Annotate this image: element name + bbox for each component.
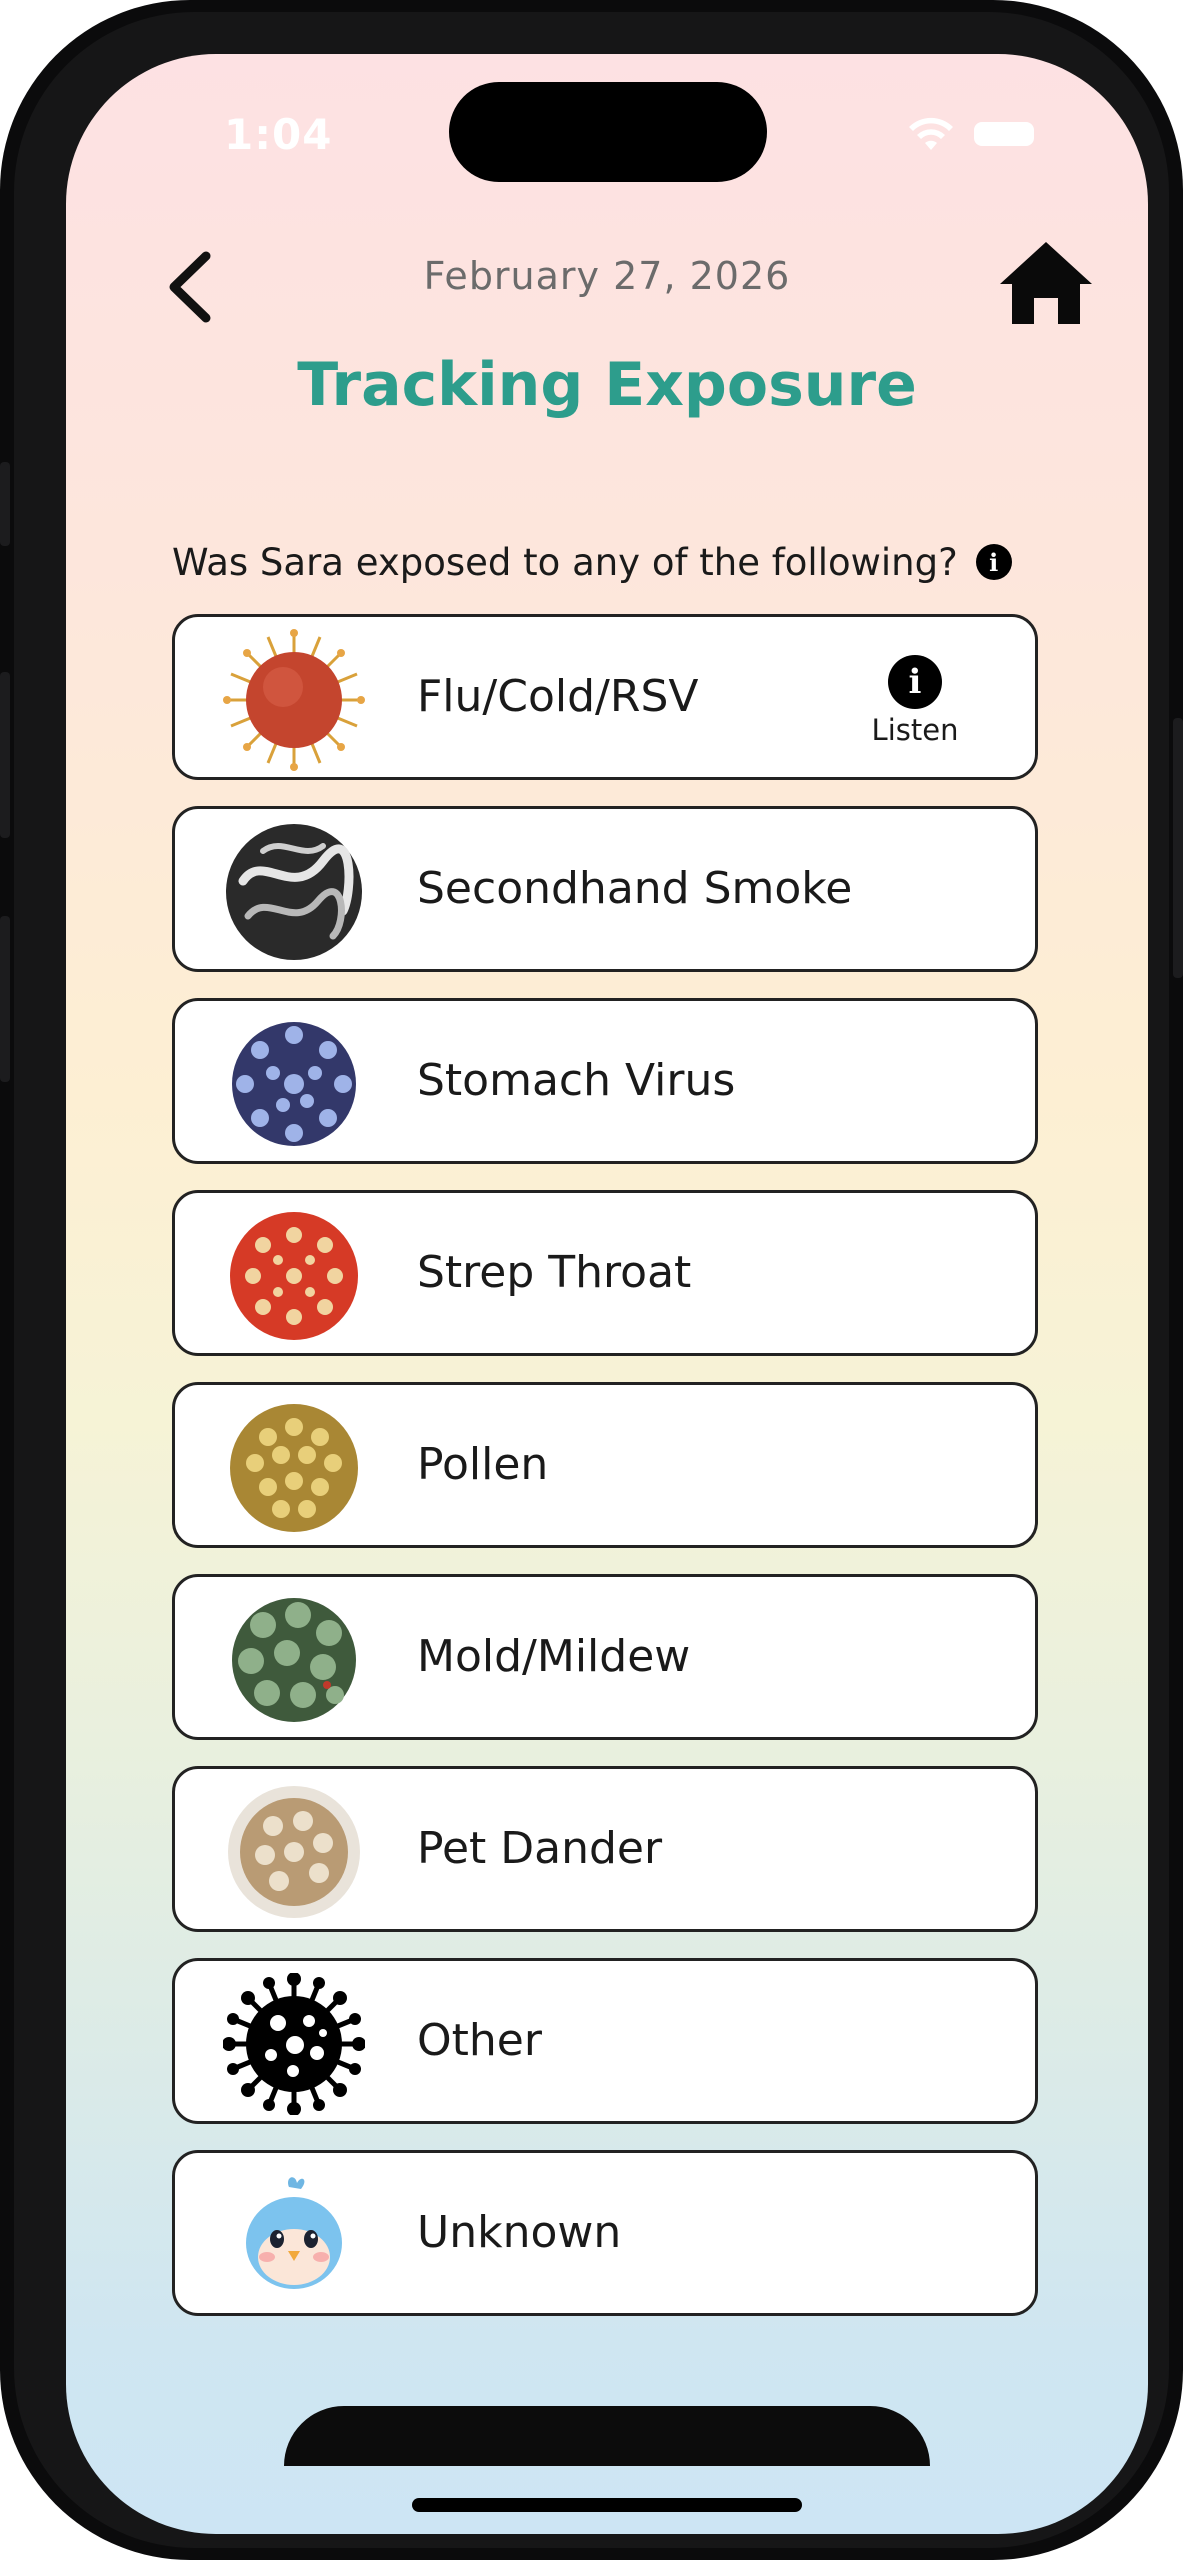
option-secondhand-smoke[interactable]: Secondhand Smoke xyxy=(172,806,1038,972)
listen-label: Listen xyxy=(871,713,959,747)
date-label: February 27, 2026 xyxy=(423,254,791,298)
status-icons xyxy=(906,114,1106,154)
option-label: Strep Throat xyxy=(417,1247,692,1298)
phone-frame: 1:04 February 27, 2026 Tracking Exposure… xyxy=(0,0,1183,2560)
stomach-virus-icon xyxy=(232,1022,356,1146)
smoke-sphere-icon xyxy=(226,824,362,960)
pollen-icon xyxy=(230,1404,358,1532)
home-indicator[interactable] xyxy=(412,2498,802,2512)
action-button xyxy=(0,462,10,546)
option-stomach-virus[interactable]: Stomach Virus xyxy=(172,998,1038,1164)
option-label: Mold/Mildew xyxy=(417,1631,691,1682)
chevron-left-icon xyxy=(169,251,211,323)
option-mold-mildew[interactable]: Mold/Mildew xyxy=(172,1574,1038,1740)
option-label: Secondhand Smoke xyxy=(417,863,853,914)
home-button[interactable] xyxy=(996,234,1096,334)
bottom-bar xyxy=(284,2406,930,2466)
listen-button[interactable]: i Listen xyxy=(855,655,975,747)
mold-icon xyxy=(232,1598,356,1722)
volume-down-button xyxy=(0,916,10,1082)
page-title: Tracking Exposure xyxy=(297,350,917,420)
option-unknown[interactable]: Unknown xyxy=(172,2150,1038,2316)
status-time: 1:04 xyxy=(224,110,333,159)
question-row: Was Sara exposed to any of the following… xyxy=(172,532,1072,592)
option-label: Stomach Virus xyxy=(417,1055,736,1106)
flu-virus-icon xyxy=(223,629,365,771)
option-flu-cold-rsv[interactable]: Flu/Cold/RSV i Listen xyxy=(172,614,1038,780)
option-label: Flu/Cold/RSV xyxy=(417,671,699,722)
info-icon[interactable]: i xyxy=(975,544,1012,580)
power-button xyxy=(1173,718,1183,978)
bird-mascot-icon xyxy=(246,2177,342,2289)
option-pet-dander[interactable]: Pet Dander xyxy=(172,1766,1038,1932)
question-text: Was Sara exposed to any of the following… xyxy=(172,540,958,584)
phone-bezel: 1:04 February 27, 2026 Tracking Exposure… xyxy=(14,12,1169,2548)
volume-up-button xyxy=(0,672,10,838)
option-label: Pet Dander xyxy=(417,1823,663,1874)
option-label: Other xyxy=(417,2015,542,2066)
dynamic-island xyxy=(449,82,767,182)
back-button[interactable] xyxy=(154,242,224,332)
strep-bacteria-icon xyxy=(230,1212,358,1340)
app-screen: 1:04 February 27, 2026 Tracking Exposure… xyxy=(66,54,1148,2534)
option-other[interactable]: Other xyxy=(172,1958,1038,2124)
option-label: Pollen xyxy=(417,1439,549,1490)
exposure-options-list: Flu/Cold/RSV i Listen Secondhand Smoke S… xyxy=(172,614,1038,2342)
generic-virus-icon xyxy=(223,1973,365,2115)
option-pollen[interactable]: Pollen xyxy=(172,1382,1038,1548)
pet-dander-icon xyxy=(228,1786,360,1918)
battery-icon xyxy=(974,122,1034,146)
info-icon: i xyxy=(888,655,942,709)
option-strep-throat[interactable]: Strep Throat xyxy=(172,1190,1038,1356)
home-icon xyxy=(1000,242,1092,324)
wifi-icon xyxy=(909,117,953,150)
option-label: Unknown xyxy=(417,2207,622,2258)
